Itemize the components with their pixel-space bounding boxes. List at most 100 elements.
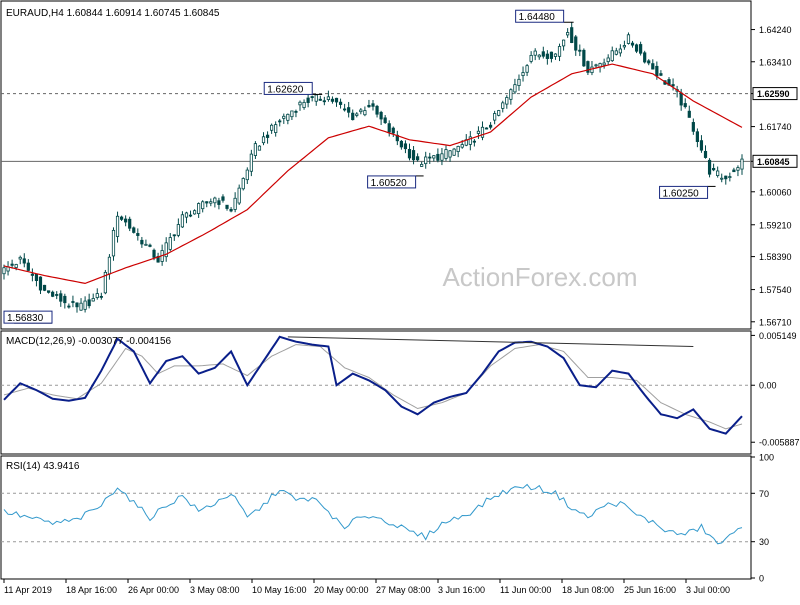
- candle-body: [736, 167, 740, 171]
- candle-body: [557, 46, 562, 57]
- time-axis-label: 18 Jun 08:00: [562, 585, 614, 595]
- candle-body: [132, 227, 136, 233]
- candle-body: [626, 34, 631, 44]
- candle-body: [420, 163, 424, 167]
- candle-body: [647, 60, 651, 64]
- candle-body: [152, 249, 156, 258]
- price-axis-tick-label: 1.58390: [759, 252, 792, 262]
- candle-body: [590, 66, 594, 74]
- candle-body: [716, 170, 720, 177]
- candle-body: [602, 62, 606, 66]
- candle-body: [671, 84, 675, 87]
- candle-body: [257, 145, 262, 151]
- time-axis-label: 26 Apr 00:00: [128, 585, 179, 595]
- candle-body: [407, 148, 412, 159]
- candle-body: [549, 51, 554, 59]
- candle-body: [618, 48, 622, 54]
- candle-body: [448, 150, 452, 158]
- candle-body: [355, 113, 359, 116]
- candle-body: [472, 140, 476, 143]
- candle-body: [399, 140, 403, 148]
- candle-body: [379, 111, 383, 120]
- time-axis-label: 3 Jul 00:00: [686, 585, 730, 595]
- candle-body: [687, 110, 691, 118]
- candle-body: [286, 113, 290, 121]
- macd-panel-title: MACD(12,26,9) -0.003077 -0.004156: [6, 336, 172, 347]
- candle: [643, 50, 647, 64]
- candle-body: [310, 96, 314, 98]
- candle-body: [209, 201, 213, 204]
- time-axis-label: 3 Jun 16:00: [438, 585, 485, 595]
- candle-body: [501, 102, 505, 109]
- candle-body: [115, 215, 120, 237]
- candle-body: [643, 52, 647, 63]
- candle-body: [197, 203, 201, 214]
- candle-body: [298, 101, 302, 106]
- candle-body: [253, 143, 258, 156]
- annotation-label: 1.56830: [7, 313, 44, 324]
- watermark: ActionForex.com: [442, 262, 637, 292]
- candle-body: [306, 97, 310, 103]
- candle-body: [111, 229, 116, 257]
- candle-body: [144, 243, 148, 246]
- time-axis-label: 20 May 00:00: [314, 585, 369, 595]
- annotation-label: 1.62620: [267, 84, 304, 95]
- candle-body: [391, 127, 395, 134]
- candle-body: [363, 110, 367, 116]
- candle-body: [622, 45, 627, 48]
- price-axis-marker-label: 1.62590: [757, 89, 790, 99]
- candle-body: [184, 212, 189, 218]
- candle-body: [14, 264, 18, 268]
- candle-body: [578, 49, 582, 52]
- candle-body: [34, 273, 39, 281]
- candle-body: [497, 110, 501, 116]
- chart-container: ActionForex.com 1.56830 1.62620 1.60520 1.6…: [0, 0, 800, 600]
- candle-body: [428, 156, 432, 159]
- candle-body: [30, 273, 34, 276]
- candle-body: [343, 108, 347, 111]
- candle-body: [270, 124, 274, 131]
- price-panel-title: EURAUD,H4 1.60844 1.60914 1.60745 1.6084…: [6, 8, 220, 19]
- rsi-panel-title: RSI(14) 43.9416: [6, 461, 80, 472]
- candle-body: [221, 196, 225, 201]
- candle-body: [351, 112, 355, 121]
- candle-body: [440, 153, 444, 161]
- candle-body: [728, 176, 732, 178]
- candle-body: [679, 92, 683, 106]
- candle-body: [233, 197, 237, 210]
- candle-body: [545, 53, 549, 59]
- candle-body: [63, 295, 67, 304]
- candle-body: [261, 136, 266, 144]
- candle-body: [630, 42, 635, 46]
- candle-body: [517, 78, 521, 86]
- candle-body: [480, 126, 485, 138]
- candle-body: [509, 89, 513, 100]
- price-axis-marker-label: 1.60845: [757, 157, 790, 167]
- candle-body: [128, 218, 132, 229]
- candle-body: [614, 50, 618, 55]
- annotation-label: 1.64480: [519, 12, 556, 23]
- candle-body: [724, 175, 728, 180]
- candle-body: [444, 149, 448, 159]
- candle-body: [691, 122, 695, 132]
- candle-body: [188, 214, 193, 217]
- candle: [707, 158, 712, 178]
- rsi-axis-tick-label: 100: [759, 453, 774, 463]
- candle-body: [367, 104, 371, 108]
- time-axis-label: 10 May 16:00: [252, 585, 307, 595]
- price-axis-tick-label: 1.56710: [759, 317, 792, 327]
- candle-body: [249, 153, 253, 172]
- rsi-axis-tick-label: 30: [759, 537, 769, 547]
- candle-body: [18, 256, 22, 260]
- candle-body: [606, 57, 610, 63]
- candle-body: [683, 103, 687, 108]
- forex-chart: ActionForex.com 1.56830 1.62620 1.60520 1.6…: [0, 0, 800, 600]
- candle-body: [274, 124, 278, 133]
- price-axis-tick-label: 1.59210: [759, 220, 792, 230]
- candle-body: [476, 130, 481, 134]
- candle: [103, 269, 107, 295]
- candle-body: [387, 123, 391, 133]
- candle-body: [83, 300, 87, 310]
- candle-body: [334, 97, 339, 103]
- candle-body: [541, 51, 545, 57]
